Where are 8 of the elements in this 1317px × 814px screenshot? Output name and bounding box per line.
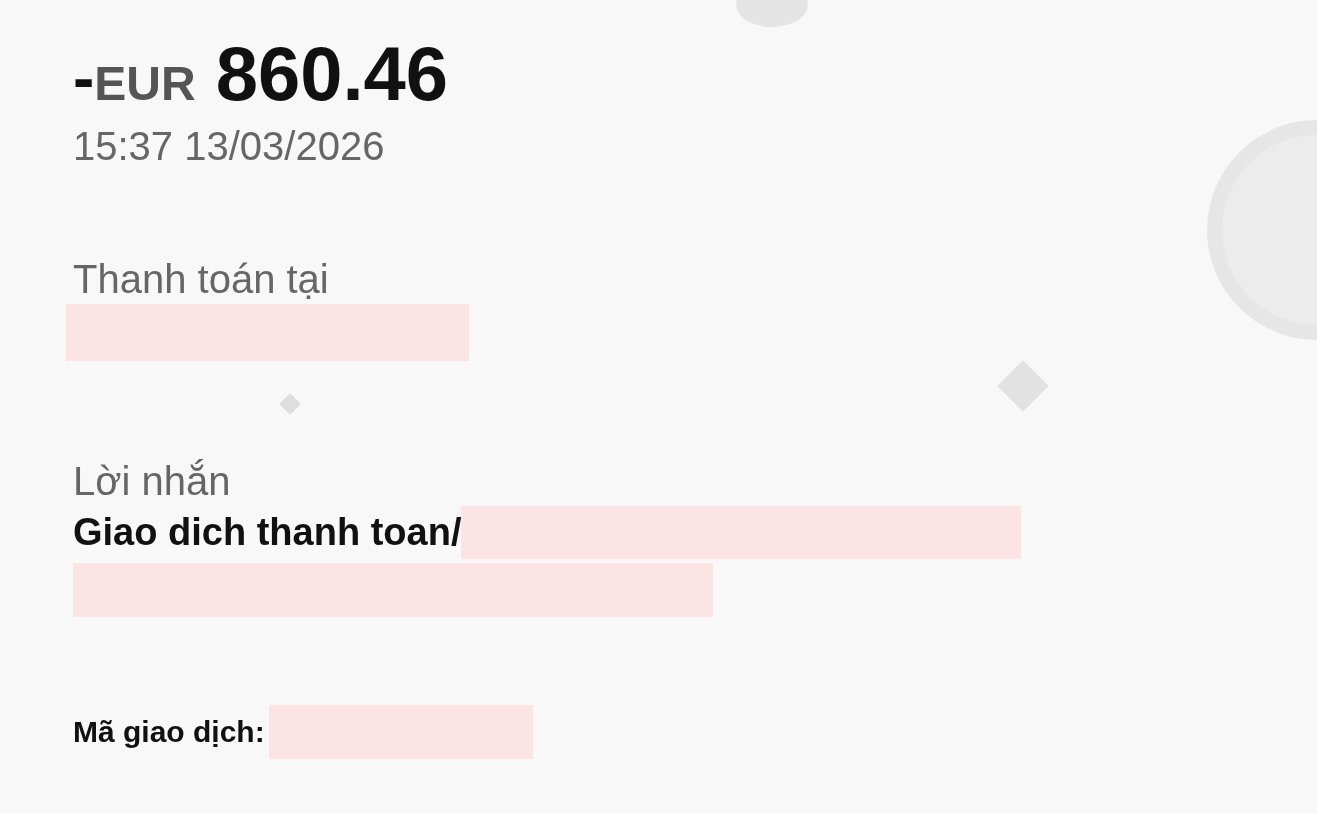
amount-sign: - [73,41,95,115]
message-label: Lời nhắn [73,459,232,504]
currency-code: EUR [94,56,196,111]
message-text: Giao dich thanh toan/ [73,511,462,554]
paid-at-label: Thanh toán tại [73,257,330,302]
transaction-datetime: 15:37 13/03/2026 [73,124,386,169]
transaction-id-label: Mã giao dịch: [73,715,265,749]
amount-value: 860.46 [215,30,449,117]
